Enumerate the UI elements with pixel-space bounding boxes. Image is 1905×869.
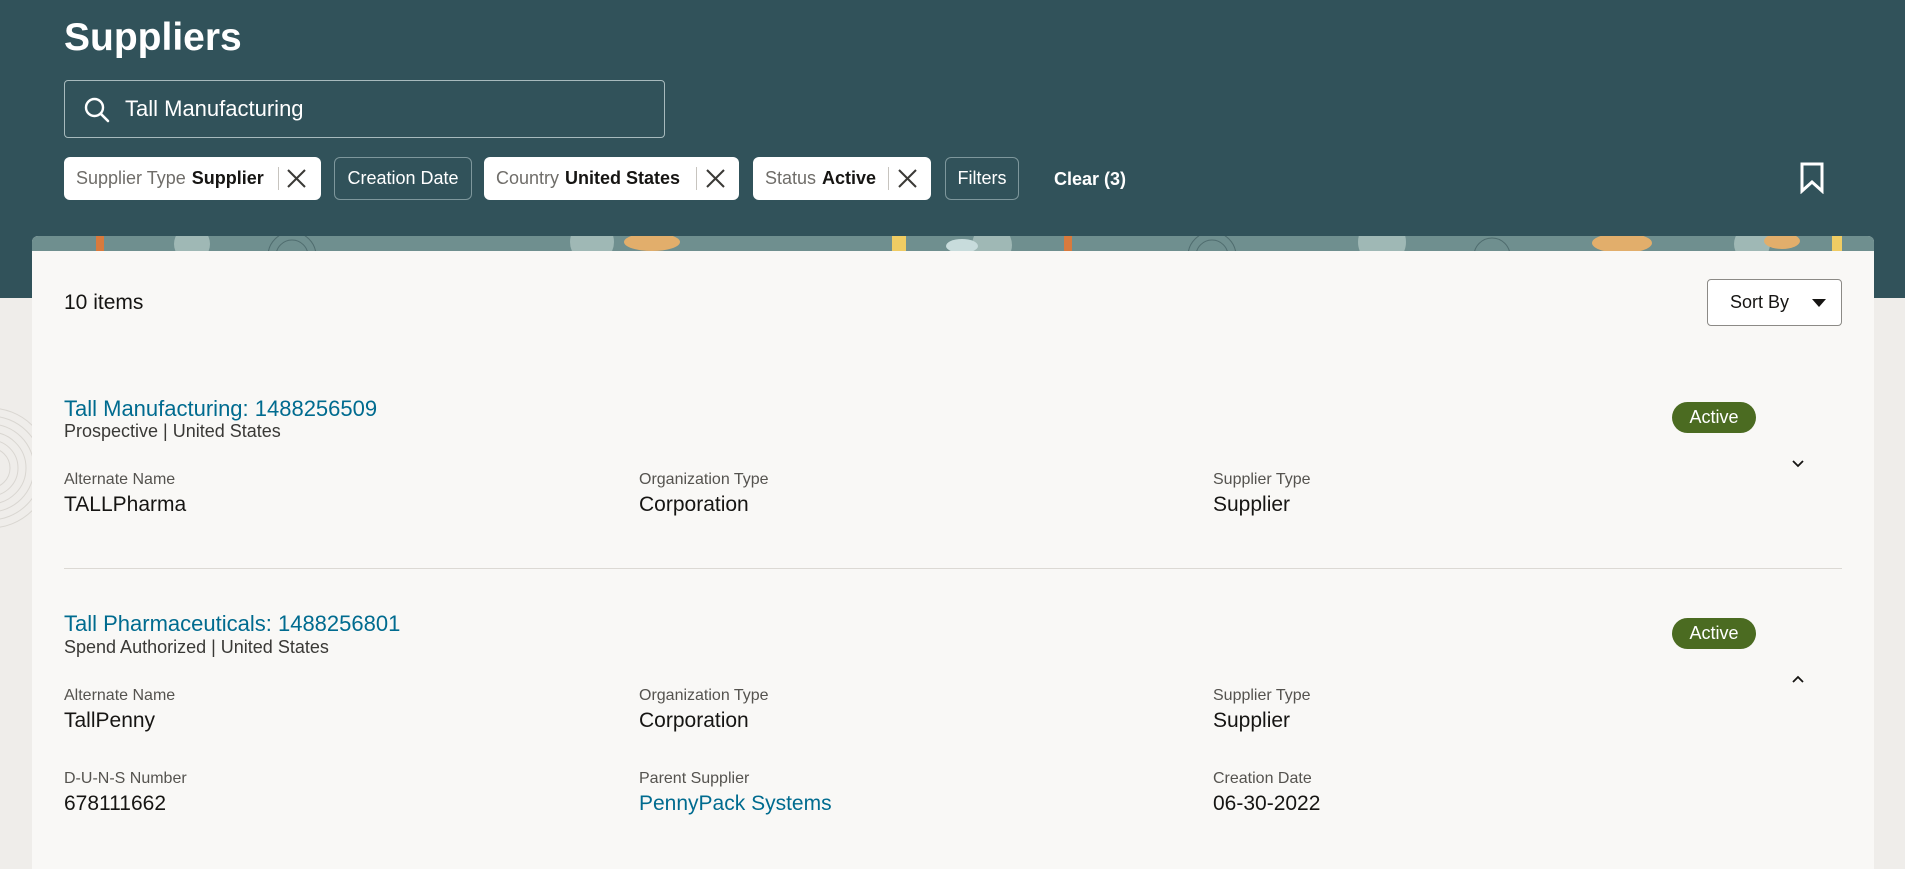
close-icon[interactable] (704, 167, 727, 190)
clear-filters-button[interactable]: Clear (3) (1054, 169, 1126, 190)
field-label: Alternate Name (64, 687, 176, 704)
field-value: 678111662 (64, 792, 166, 815)
filters-button-label: Filters (957, 168, 1007, 188)
status-badge: Active (1672, 402, 1756, 433)
field-value: 06-30-2022 (1213, 792, 1321, 815)
item-divider (64, 568, 1842, 569)
results-count: 10 items (64, 291, 144, 314)
field-value: Corporation (639, 493, 749, 516)
filter-chip-value: United States (565, 168, 681, 188)
status-badge: Active (1672, 618, 1756, 649)
close-icon[interactable] (285, 167, 308, 190)
parent-supplier-link[interactable]: PennyPack Systems (639, 792, 832, 816)
filters-button[interactable]: Filters (945, 157, 1019, 200)
filter-chip-value: Supplier (191, 168, 264, 188)
field-label: Creation Date (1213, 770, 1312, 787)
field-label: Organization Type (639, 471, 769, 488)
filter-chip-status[interactable]: Status Active (753, 157, 931, 200)
supplier-subtitle: Prospective | United States (64, 421, 281, 441)
filter-chip-label: Country (496, 168, 560, 188)
chevron-down-icon[interactable] (1790, 459, 1806, 469)
decorative-banner (32, 236, 1874, 251)
field-value: TALLPharma (64, 493, 187, 516)
filter-chip-creation-date[interactable]: Creation Date (334, 157, 472, 200)
filter-chip-country[interactable]: Country United States (484, 157, 739, 200)
filter-chip-label: Supplier Type (76, 168, 186, 188)
supplier-subtitle: Spend Authorized | United States (64, 637, 329, 657)
field-value: Supplier (1213, 493, 1291, 516)
chip-separator (696, 167, 697, 190)
sort-by-label: Sort By (1730, 292, 1790, 312)
supplier-title-link[interactable]: Tall Manufacturing: 1488256509 (64, 396, 377, 422)
field-label: Parent Supplier (639, 770, 750, 787)
field-label: Supplier Type (1213, 471, 1311, 488)
filter-chip-supplier-type[interactable]: Supplier Type Supplier (64, 157, 321, 200)
search-icon (84, 97, 110, 123)
page-title: Suppliers (64, 16, 242, 59)
field-label: Supplier Type (1213, 687, 1311, 704)
close-icon[interactable] (896, 167, 919, 190)
field-label: Alternate Name (64, 471, 176, 488)
chip-separator (888, 167, 889, 190)
chevron-up-icon[interactable] (1790, 674, 1806, 684)
chip-separator (278, 167, 279, 190)
filter-chip-label: Status (765, 168, 817, 188)
caret-down-icon (1812, 299, 1826, 307)
background-texture (0, 408, 32, 528)
sort-by-button[interactable]: Sort By (1707, 279, 1842, 326)
filter-chips: Supplier Type Supplier Creation Date Cou… (64, 157, 1864, 200)
search-input[interactable] (125, 81, 655, 137)
bookmark-icon[interactable] (1798, 162, 1826, 194)
filter-chip-label: Creation Date (347, 168, 459, 188)
results-panel (32, 236, 1874, 869)
search-box[interactable] (64, 80, 665, 138)
field-value: Supplier (1213, 709, 1291, 732)
field-label: Organization Type (639, 687, 769, 704)
field-label: D-U-N-S Number (64, 770, 187, 787)
filter-chip-value: Active (822, 168, 877, 188)
field-value: Corporation (639, 709, 749, 732)
field-value: TallPenny (64, 709, 156, 732)
supplier-title-link[interactable]: Tall Pharmaceuticals: 1488256801 (64, 611, 400, 637)
